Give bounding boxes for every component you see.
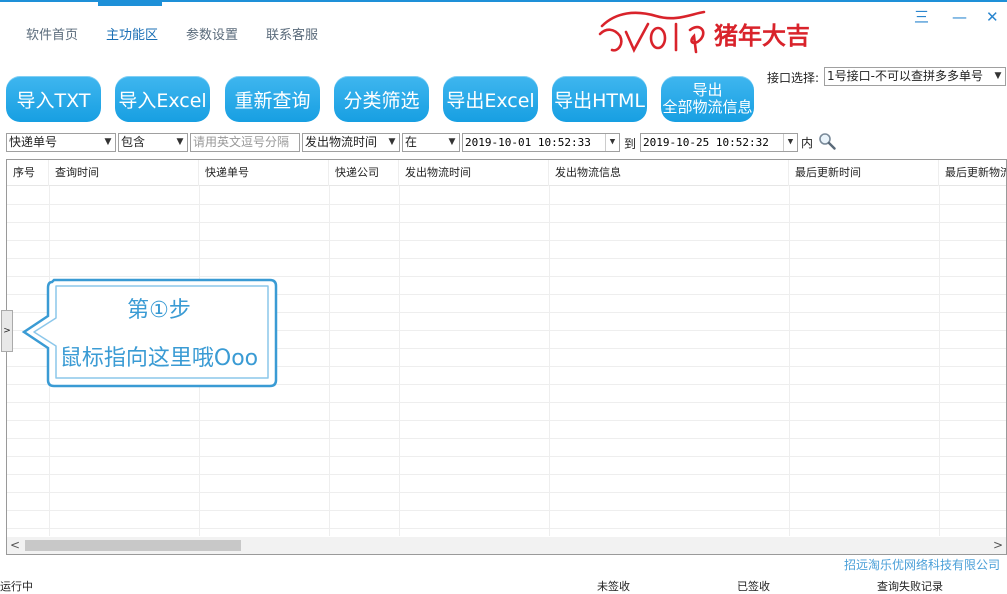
date-to-picker[interactable]: 2019-10-25 10:52:32 ▼ — [640, 133, 798, 152]
api-select[interactable]: 1号接口-不可以查拼多多单号 ▼ — [824, 67, 1006, 86]
horizontal-scrollbar[interactable]: < > — [7, 537, 1006, 554]
nav-support[interactable]: 联系客服 — [266, 24, 318, 43]
nav-active-indicator — [98, 2, 162, 6]
table-column-line — [549, 186, 550, 536]
tracking-number-input[interactable]: 请用英文逗号分隔 — [190, 133, 300, 152]
col-tracking-number[interactable]: 快递单号 — [199, 160, 329, 186]
nav-home[interactable]: 软件首页 — [26, 24, 78, 43]
table-row-line — [7, 402, 1006, 403]
col-ship-time[interactable]: 发出物流时间 — [399, 160, 549, 186]
scrollbar-thumb[interactable] — [25, 540, 241, 551]
chevron-down-icon: ▼ — [176, 137, 184, 147]
table-row-line — [7, 456, 1006, 457]
api-select-value: 1号接口-不可以查拼多多单号 — [827, 69, 983, 83]
col-index[interactable]: 序号 — [7, 160, 49, 186]
filter-op-value: 包含 — [121, 135, 146, 149]
time-field-select[interactable]: 发出物流时间 ▼ — [302, 133, 400, 152]
time-op-select[interactable]: 在 ▼ — [402, 133, 460, 152]
status-running: 运行中 — [0, 580, 33, 593]
menu-icon[interactable]: 三 — [914, 9, 929, 25]
company-name: 招远淘乐优网络科技有限公司 — [844, 558, 1001, 572]
chevron-down-icon: ▼ — [783, 134, 797, 151]
col-ship-info[interactable]: 发出物流信息 — [549, 160, 789, 186]
status-unsigned[interactable]: 未签收 — [597, 578, 630, 594]
export-all-line2: 全部物流信息 — [662, 98, 753, 116]
table-row-line — [7, 492, 1006, 493]
logo-lettering: 猪年大吉 — [714, 22, 810, 50]
time-field-value: 发出物流时间 — [305, 135, 378, 149]
col-last-update-info[interactable]: 最后更新物流 — [939, 160, 1006, 186]
table-column-line — [399, 186, 400, 536]
table-row-line — [7, 420, 1006, 421]
chevron-down-icon: ▼ — [104, 137, 112, 147]
filter-op-select[interactable]: 包含 ▼ — [118, 133, 188, 152]
search-icon[interactable] — [818, 132, 836, 150]
nav-settings[interactable]: 参数设置 — [186, 24, 238, 43]
table-column-line — [329, 186, 330, 536]
date-from-value: 2019-10-01 10:52:33 — [465, 136, 591, 149]
table-column-line — [939, 186, 940, 536]
table-row-line — [7, 258, 1006, 259]
time-op-value: 在 — [405, 135, 418, 149]
table-row-line — [7, 474, 1006, 475]
date-to-value: 2019-10-25 10:52:32 — [643, 136, 769, 149]
export-all-logistics-button[interactable]: 导出 全部物流信息 — [661, 76, 754, 122]
minimize-icon[interactable]: — — [952, 9, 967, 25]
nav-main-function[interactable]: 主功能区 — [106, 24, 158, 43]
table-row-line — [7, 528, 1006, 529]
table-row-line — [7, 204, 1006, 205]
export-all-line1: 导出 — [692, 81, 723, 99]
table-row-line — [7, 240, 1006, 241]
chevron-down-icon: ▼ — [388, 137, 396, 147]
chevron-down-icon: ▼ — [605, 134, 619, 151]
import-excel-button[interactable]: 导入Excel — [115, 76, 210, 122]
col-last-update-time[interactable]: 最后更新时间 — [789, 160, 939, 186]
chevron-down-icon: ▼ — [448, 137, 456, 147]
chevron-down-icon: ▼ — [994, 71, 1002, 81]
col-courier[interactable]: 快递公司 — [329, 160, 399, 186]
scroll-right-icon[interactable]: > — [990, 537, 1006, 554]
status-failed-records[interactable]: 查询失败记录 — [877, 578, 943, 594]
table-row-line — [7, 222, 1006, 223]
export-excel-button[interactable]: 导出Excel — [443, 76, 538, 122]
new-year-logo: 猪年大吉 — [598, 10, 810, 54]
api-select-label: 接口选择: — [767, 71, 820, 85]
category-filter-button[interactable]: 分类筛选 — [334, 76, 429, 122]
filter-field-select[interactable]: 快递单号 ▼ — [6, 133, 116, 152]
filter-field-value: 快递单号 — [9, 135, 58, 149]
table-row-line — [7, 438, 1006, 439]
table-row-line — [7, 510, 1006, 511]
table-header: 序号 查询时间 快递单号 快递公司 发出物流时间 发出物流信息 最后更新时间 最… — [7, 160, 1006, 186]
close-icon[interactable]: ✕ — [986, 9, 999, 25]
requery-button[interactable]: 重新查询 — [225, 76, 320, 122]
import-txt-button[interactable]: 导入TXT — [6, 76, 101, 122]
export-html-button[interactable]: 导出HTML — [552, 76, 647, 122]
side-expand-tab[interactable]: > — [1, 310, 13, 352]
within-label: 内 — [801, 136, 814, 150]
tooltip-step-title: 第①步 — [127, 298, 191, 323]
to-label: 到 — [624, 137, 637, 151]
scroll-left-icon[interactable]: < — [7, 537, 23, 554]
status-signed[interactable]: 已签收 — [737, 578, 770, 594]
table-column-line — [789, 186, 790, 536]
tooltip-hint: 鼠标指向这里哦Ooo — [59, 346, 259, 371]
date-from-picker[interactable]: 2019-10-01 10:52:33 ▼ — [462, 133, 620, 152]
col-query-time[interactable]: 查询时间 — [49, 160, 199, 186]
